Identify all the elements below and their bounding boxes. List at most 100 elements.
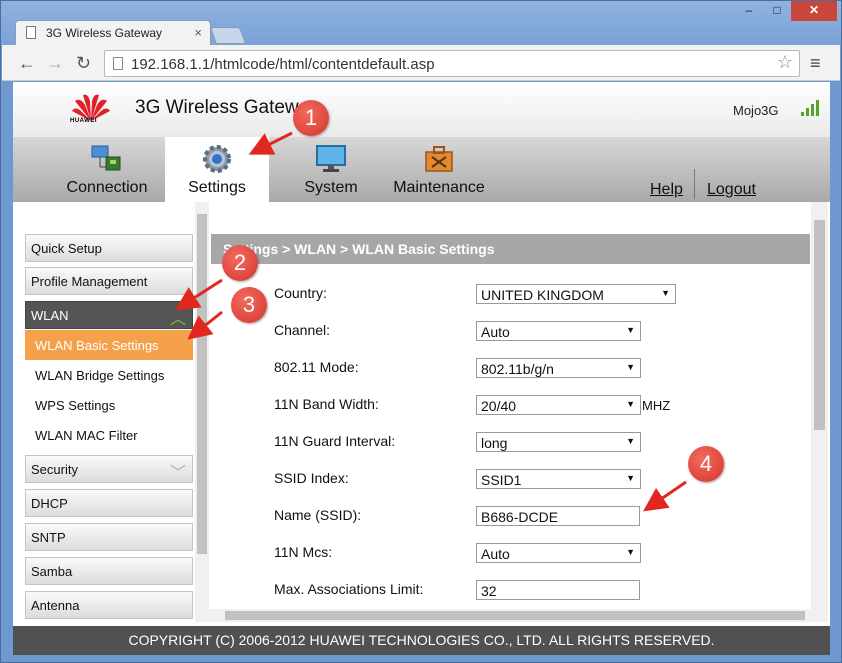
sidebar-item-profile-management[interactable]: Profile Management <box>25 267 193 295</box>
sidebar-item-label: Samba <box>31 564 73 579</box>
select-value: UNITED KINGDOM <box>481 287 604 303</box>
title-bar: 3G Wireless Gateway × – □ ✕ <box>1 1 841 45</box>
max-assoc-input[interactable]: 32 <box>476 580 640 600</box>
sidebar-sub-wlan-bridge[interactable]: WLAN Bridge Settings <box>25 360 193 390</box>
horizontal-scroll-thumb[interactable] <box>225 611 805 620</box>
toolbox-icon <box>425 146 453 172</box>
page-icon <box>113 57 123 70</box>
nav-label: Maintenance <box>393 179 485 196</box>
channel-label: Channel: <box>274 322 331 338</box>
gear-icon <box>203 145 231 173</box>
address-bar[interactable]: 192.168.1.1/htmlcode/html/contentdefault… <box>104 50 800 77</box>
url-text[interactable]: 192.168.1.1/htmlcode/html/contentdefault… <box>131 56 435 73</box>
bookmark-star-icon[interactable]: ☆ <box>777 52 793 73</box>
select-value: 802.11b/g/n <box>481 361 554 377</box>
ssid-index-select[interactable]: SSID1 ▼ <box>476 469 641 489</box>
sidebar: Quick Setup Profile Management WLAN ︿ WLA… <box>13 202 209 622</box>
country-label: Country: <box>274 285 327 301</box>
logout-link[interactable]: Logout <box>707 181 756 199</box>
dropdown-arrow-icon: ▼ <box>626 473 635 483</box>
page-icon <box>26 26 36 39</box>
mcs-select[interactable]: Auto ▼ <box>476 543 641 563</box>
nav-maintenance[interactable]: Maintenance <box>389 137 489 202</box>
back-arrow-icon[interactable]: ← <box>18 53 36 74</box>
sidebar-item-sntp[interactable]: SNTP <box>25 523 193 551</box>
band-width-unit: MHZ <box>642 398 671 413</box>
annotation-marker-3: 3 <box>231 287 267 323</box>
country-select[interactable]: UNITED KINGDOM ▼ <box>476 284 676 304</box>
sidebar-item-security[interactable]: Security ﹀ <box>25 455 193 483</box>
guard-interval-select[interactable]: long ▼ <box>476 432 641 452</box>
ssid-name-label: Name (SSID): <box>274 507 362 523</box>
router-page: HUAWEI 3G Wireless Gateway Mojo3G Connec… <box>13 82 830 655</box>
mode-select[interactable]: 802.11b/g/n ▼ <box>476 358 641 378</box>
nav-settings[interactable]: Settings <box>165 137 269 202</box>
main-nav: Connection Settings System Maintenance H… <box>13 137 830 202</box>
select-value: 20/40 <box>481 398 517 414</box>
sidebar-item-antenna[interactable]: Antenna <box>25 591 193 619</box>
tab-close-icon[interactable]: × <box>194 25 202 40</box>
sidebar-sub-label: WLAN Bridge Settings <box>35 368 165 383</box>
page-header: HUAWEI 3G Wireless Gateway Mojo3G <box>13 82 830 137</box>
maximize-button[interactable]: □ <box>763 1 791 21</box>
sidebar-item-label: Profile Management <box>31 274 148 289</box>
nav-connection[interactable]: Connection <box>61 137 153 202</box>
minimize-button[interactable]: – <box>735 1 763 21</box>
browser-toolbar: ← → ↻ 192.168.1.1/htmlcode/html/contentd… <box>2 45 840 81</box>
help-link[interactable]: Help <box>650 181 683 199</box>
sidebar-scroll-thumb[interactable] <box>197 214 207 554</box>
dropdown-arrow-icon: ▼ <box>626 399 635 409</box>
sidebar-item-label: Antenna <box>31 598 80 613</box>
sidebar-item-samba[interactable]: Samba <box>25 557 193 585</box>
browser-window: 3G Wireless Gateway × – □ ✕ ← → ↻ 192.16… <box>0 0 842 663</box>
gateway-title: 3G Wireless Gateway <box>135 97 319 118</box>
content-panel: Settings > WLAN > WLAN Basic Settings Co… <box>211 202 830 622</box>
sidebar-item-label: Quick Setup <box>31 241 102 256</box>
nav-label: Settings <box>188 179 246 196</box>
select-value: long <box>481 435 508 451</box>
sidebar-item-dhcp[interactable]: DHCP <box>25 489 193 517</box>
menu-icon[interactable]: ≡ <box>810 53 821 74</box>
sidebar-sub-label: WLAN Basic Settings <box>35 338 159 353</box>
close-window-button[interactable]: ✕ <box>791 1 837 21</box>
sidebar-sub-mac-filter[interactable]: WLAN MAC Filter <box>25 420 193 450</box>
dropdown-arrow-icon: ▼ <box>661 288 670 298</box>
sidebar-sub-wlan-basic[interactable]: WLAN Basic Settings <box>25 330 193 360</box>
user-name: Mojo3G <box>733 103 779 118</box>
forward-arrow-icon[interactable]: → <box>46 53 64 74</box>
nav-system[interactable]: System <box>285 137 377 202</box>
new-tab-button[interactable] <box>209 27 247 44</box>
reload-icon[interactable]: ↻ <box>76 53 91 74</box>
sidebar-item-wlan[interactable]: WLAN ︿ <box>25 301 193 329</box>
select-value: Auto <box>481 546 510 562</box>
guard-interval-label: 11N Guard Interval: <box>274 433 396 449</box>
ssid-name-input[interactable]: B686-DCDE <box>476 506 640 526</box>
sidebar-sub-label: WLAN MAC Filter <box>35 428 138 443</box>
sidebar-sub-label: WPS Settings <box>35 398 116 413</box>
sidebar-item-quick-setup[interactable]: Quick Setup <box>25 234 193 262</box>
annotation-marker-2: 2 <box>222 245 258 281</box>
monitor-icon <box>316 145 346 172</box>
channel-select[interactable]: Auto ▼ <box>476 321 641 341</box>
sidebar-item-label: WLAN <box>31 308 69 323</box>
sidebar-item-label: SNTP <box>31 530 66 545</box>
max-assoc-label: Max. Associations Limit: <box>274 581 424 597</box>
sidebar-sub-wps[interactable]: WPS Settings <box>25 390 193 420</box>
content-scroll-thumb[interactable] <box>814 220 825 430</box>
annotation-marker-1: 1 <box>293 100 329 136</box>
horizontal-scrollbar[interactable] <box>209 609 813 622</box>
tab-title: 3G Wireless Gateway <box>46 26 163 40</box>
connection-icon <box>91 145 121 171</box>
mode-label: 802.11 Mode: <box>274 359 359 375</box>
browser-tab[interactable]: 3G Wireless Gateway × <box>15 20 211 45</box>
ssid-index-label: SSID Index: <box>274 470 349 486</box>
logo-text: HUAWEI <box>70 118 97 124</box>
dropdown-arrow-icon: ▼ <box>626 436 635 446</box>
dropdown-arrow-icon: ▼ <box>626 547 635 557</box>
chevron-down-icon: ﹀ <box>169 465 186 482</box>
breadcrumb: Settings > WLAN > WLAN Basic Settings <box>211 234 810 264</box>
sidebar-item-label: Security <box>31 462 78 477</box>
nav-label: Connection <box>66 179 148 196</box>
band-width-select[interactable]: 20/40 ▼ <box>476 395 641 415</box>
select-value: Auto <box>481 324 510 340</box>
